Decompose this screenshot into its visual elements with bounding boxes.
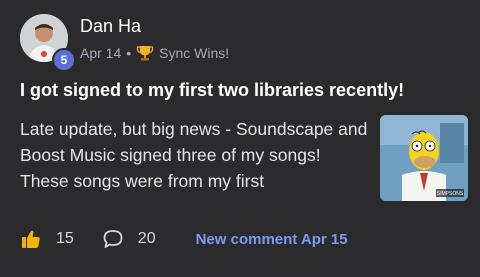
post-thumbnail[interactable]: SIMPSONS: [380, 115, 468, 201]
post-date: Apr 14: [80, 45, 122, 61]
trophy-icon: [137, 46, 154, 61]
post-footer: 15 20 New comment Apr 15: [20, 228, 460, 250]
like-count: 15: [56, 230, 74, 247]
thumbs-up-icon[interactable]: [20, 228, 42, 250]
thumbnail-watermark: SIMPSONS: [437, 191, 464, 197]
post-body[interactable]: Late update, but big news - Soundscape a…: [20, 116, 370, 194]
post-category[interactable]: Sync Wins!: [159, 45, 229, 61]
post-meta: Apr 14 • Sync Wins!: [80, 44, 229, 62]
post-title[interactable]: I got signed to my first two libraries r…: [20, 80, 460, 101]
comments-button[interactable]: 20: [102, 228, 156, 250]
comment-count: 20: [137, 230, 156, 247]
comment-icon: [103, 230, 123, 248]
new-comment-link[interactable]: New comment Apr 15: [196, 231, 348, 248]
author-name[interactable]: Dan Ha: [80, 16, 141, 37]
meta-separator: •: [126, 45, 132, 61]
level-badge: 5: [52, 48, 76, 72]
